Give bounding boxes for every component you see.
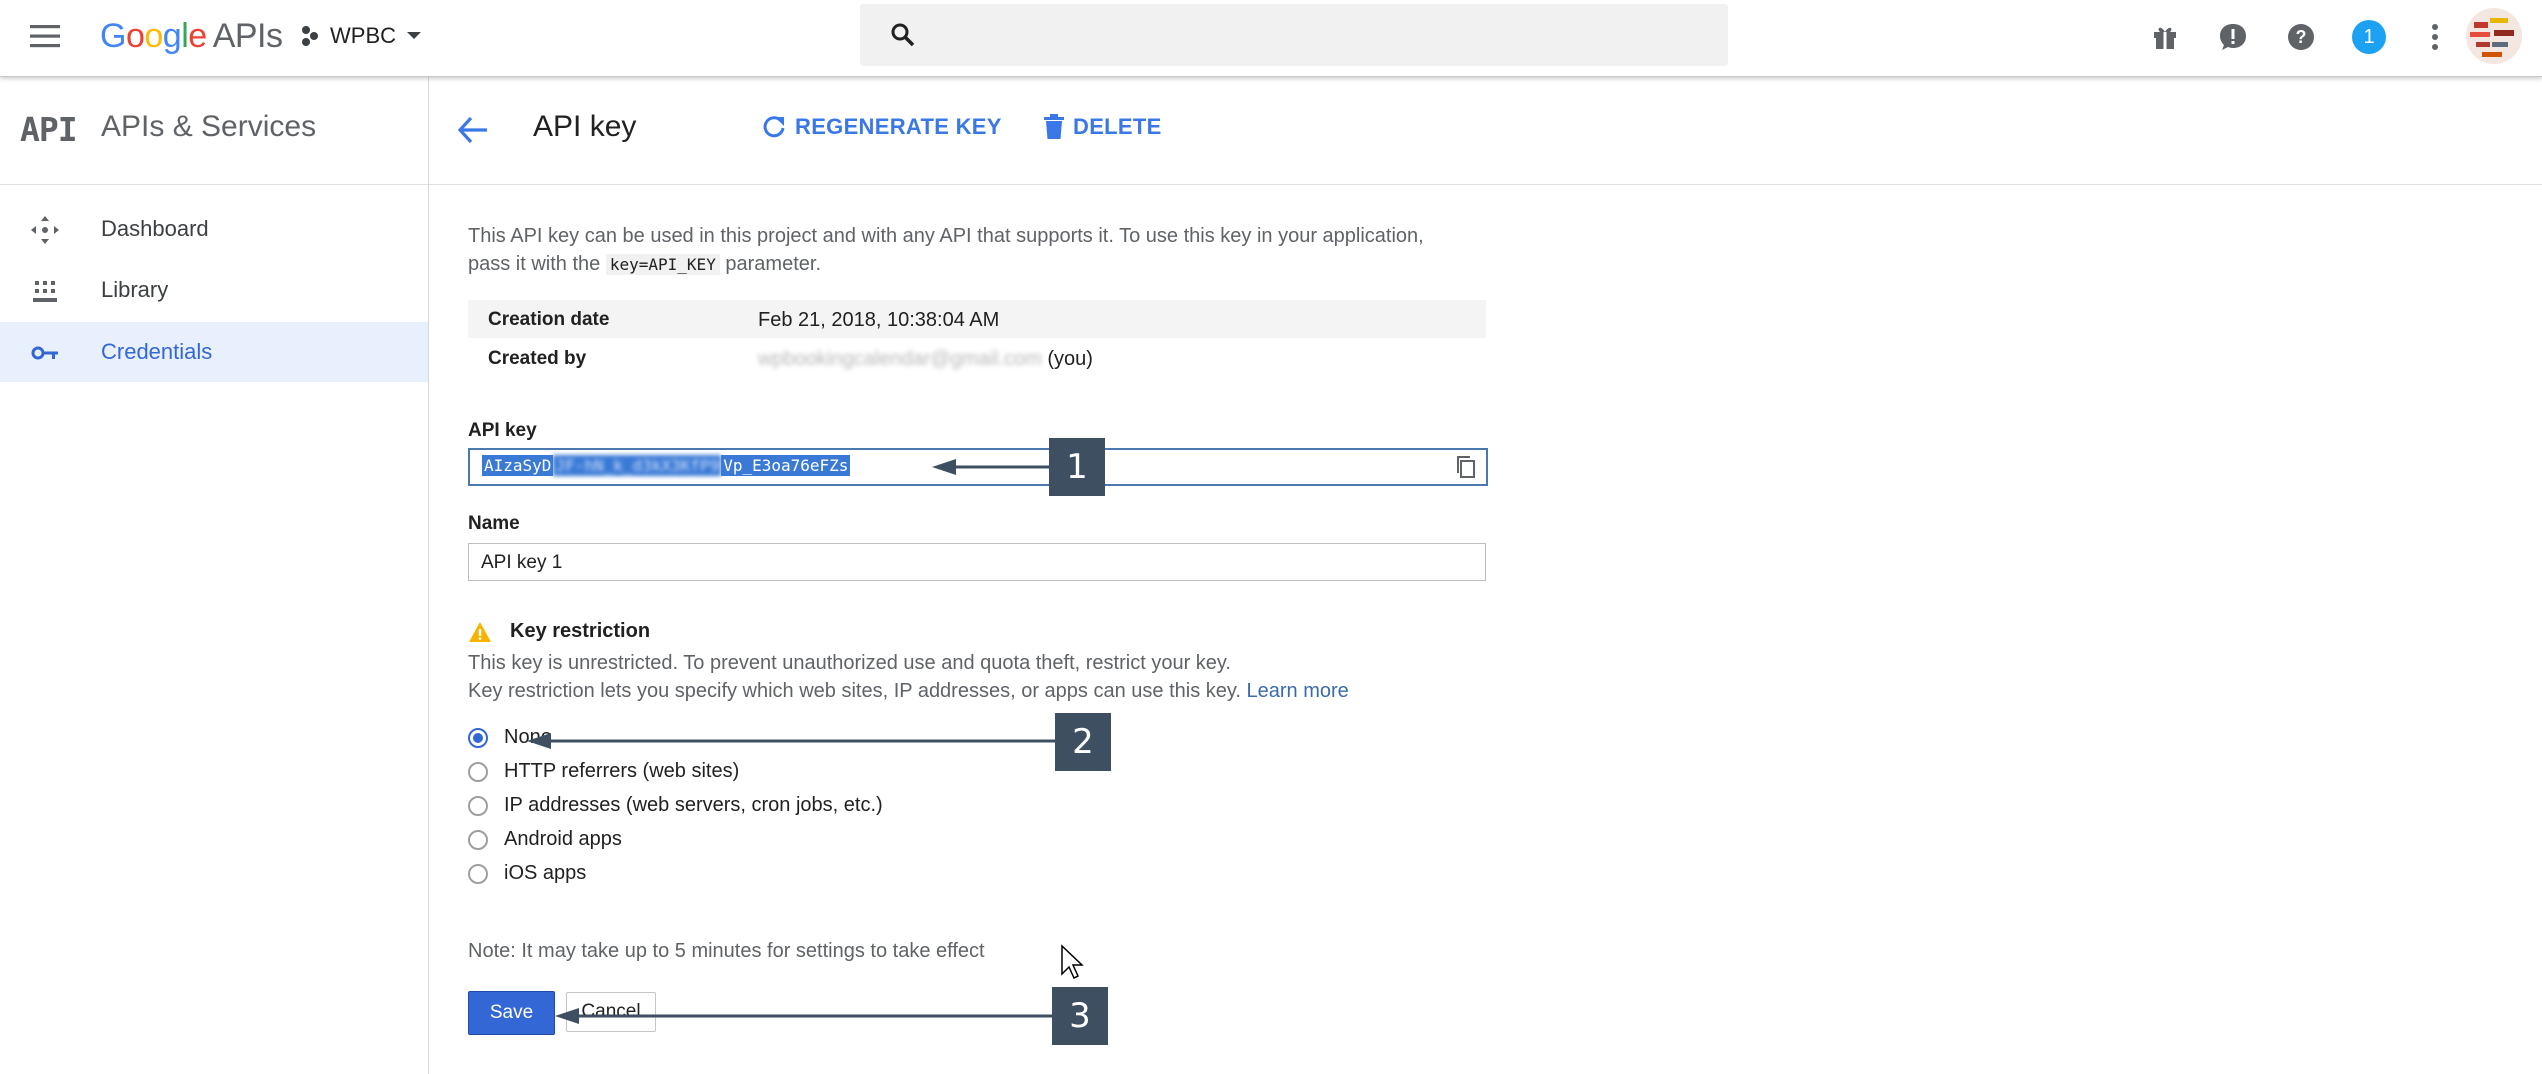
radio-label: HTTP referrers (web sites) [504,760,740,782]
callout-badge-1: 1 [1049,438,1105,496]
callout-badge-2: 2 [1055,713,1111,771]
notifications-badge[interactable]: 1 [2350,18,2388,56]
radio-button[interactable] [468,761,488,782]
api-key-label: API key [468,420,537,441]
settings-effect-note: Note: It may take up to 5 minutes for se… [468,940,985,962]
trash-icon [1043,114,1065,140]
restriction-note-2-text: Key restriction lets you specify which w… [468,680,1241,702]
logo-apis-text: APIs [212,17,283,55]
radio-none[interactable]: None [468,726,552,749]
gift-icon[interactable] [2146,18,2184,56]
creation-date-key: Creation date [488,309,610,330]
description-line1: This API key can be used in this project… [468,225,1424,247]
project-selector[interactable]: WPBC [300,14,422,58]
key-restriction-title: Key restriction [510,620,651,642]
delete-button[interactable]: DELETE [1043,114,1162,140]
sidebar-item-credentials[interactable]: Credentials [0,322,428,382]
search-input[interactable] [860,4,1728,66]
project-dots-icon [300,25,320,47]
top-app-bar: Google APIs WPBC ? 1 [0,0,2542,77]
name-value: API key 1 [481,552,563,573]
mouse-cursor-icon [1061,944,1084,980]
sidebar: API APIs & Services Dashboard Library Cr… [0,76,429,1074]
radio-label: IP addresses (web servers, cron jobs, et… [504,794,883,816]
notification-count: 1 [2352,20,2386,54]
key-restriction-heading: Key restriction [468,620,650,643]
project-name: WPBC [330,23,396,48]
regenerate-key-button[interactable]: REGENERATE KEY [761,114,1002,140]
google-apis-logo[interactable]: Google APIs [100,14,283,58]
help-icon[interactable]: ? [2282,18,2320,56]
radio-label: iOS apps [504,862,587,884]
back-arrow-icon[interactable] [457,116,489,144]
delete-label: DELETE [1073,114,1162,139]
api-key-suffix: Vp_E3oa76eFZs [721,455,851,476]
restriction-note-1: This key is unrestricted. To prevent una… [468,652,1231,674]
created-by-row: Created by wpbookingcalendar@gmail.com (… [468,339,1486,377]
api-key-prefix: AIzaSyD [482,455,554,476]
key-icon [30,338,60,368]
search-icon [890,22,916,48]
more-vert-icon[interactable] [2416,18,2454,56]
name-field[interactable]: API key 1 [468,543,1486,581]
google-wordmark: Google [100,17,207,55]
description-pre: pass it with the [468,253,601,275]
dashboard-icon [30,215,60,245]
feedback-icon[interactable] [2214,18,2252,56]
created-by-email-blurred: wpbookingcalendar@gmail.com [758,348,1042,370]
created-by-key: Created by [488,348,587,369]
radio-button[interactable] [468,863,488,884]
avatar[interactable] [2466,8,2522,64]
callout-arrow-2 [527,733,1056,749]
learn-more-link[interactable]: Learn more [1247,680,1349,702]
radio-http-referrers[interactable]: HTTP referrers (web sites) [468,760,739,783]
save-button[interactable]: Save [468,991,555,1035]
creation-date-row: Creation date Feb 21, 2018, 10:38:04 AM [468,300,1486,338]
radio-button[interactable] [468,829,488,850]
svg-text:?: ? [2296,27,2307,47]
radio-button[interactable] [468,795,488,816]
sidebar-item-label: Library [101,277,169,302]
api-key-value[interactable]: AIzaSyD JF-hN_k_d3kX3KfP9 Vp_E3oa76eFZs [482,455,851,476]
page-header: API key REGENERATE KEY DELETE [429,76,2542,185]
page-title: API key [533,110,637,143]
name-label: Name [468,513,520,534]
radio-ios-apps[interactable]: iOS apps [468,862,586,885]
copy-icon[interactable] [1454,455,1478,479]
sidebar-item-label: Dashboard [101,216,209,241]
sidebar-item-library[interactable]: Library [0,260,428,320]
creation-date-value: Feb 21, 2018, 10:38:04 AM [758,309,1000,331]
chevron-down-icon [406,31,422,41]
menu-icon[interactable] [28,22,62,50]
radio-android-apps[interactable]: Android apps [468,828,622,851]
radio-button-selected[interactable] [468,727,488,748]
api-key-description: This API key can be used in this project… [468,222,1488,279]
api-logo: API [20,110,78,149]
radio-label: None [504,726,552,748]
library-icon [30,276,60,306]
refresh-icon [761,114,787,140]
sidebar-header: API APIs & Services [0,76,428,185]
callout-badge-3: 3 [1052,987,1108,1045]
description-code: key=API_KEY [605,254,720,275]
api-key-field[interactable]: AIzaSyD JF-hN_k_d3kX3KfP9 Vp_E3oa76eFZs [468,448,1488,486]
sidebar-item-dashboard[interactable]: Dashboard [0,199,428,259]
regenerate-key-label: REGENERATE KEY [795,114,1002,139]
radio-label: Android apps [504,828,622,850]
created-by-suffix: (you) [1047,348,1093,370]
cancel-button[interactable]: Cancel [566,992,656,1032]
warning-icon [468,621,492,643]
api-key-blurred: JF-hN_k_d3kX3KfP9 [553,455,722,476]
created-by-value: wpbookingcalendar@gmail.com (you) [758,348,1093,371]
sidebar-item-label: Credentials [101,339,213,364]
restriction-note-2: Key restriction lets you specify which w… [468,680,1349,703]
radio-ip-addresses[interactable]: IP addresses (web servers, cron jobs, et… [468,794,883,817]
description-post: parameter. [725,253,821,275]
sidebar-title: APIs & Services [101,110,317,143]
